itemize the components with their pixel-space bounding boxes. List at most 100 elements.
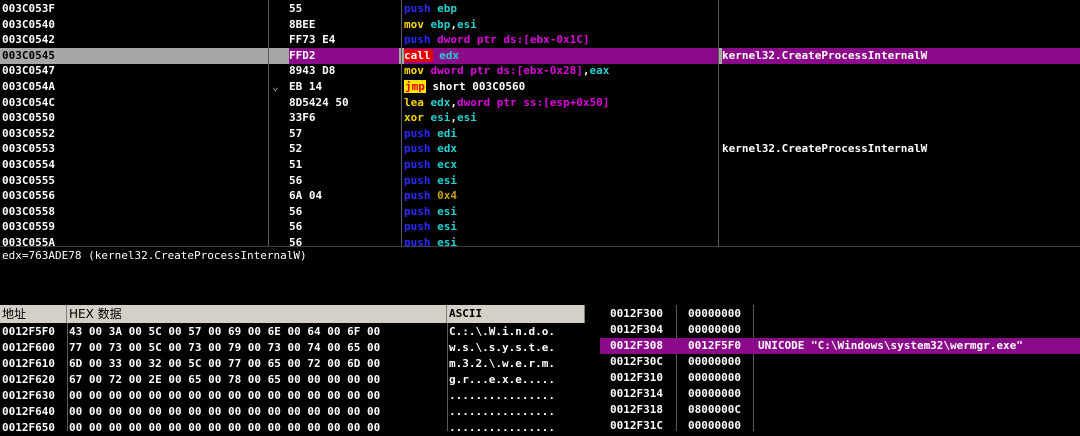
dump-header-hex[interactable]: HEX 数据 xyxy=(67,305,447,323)
disasm-comment[interactable]: kernel32.CreateProcessInternalW xyxy=(722,48,1080,64)
disasm-row[interactable]: 003C0547 8943 D8 mov dword ptr ds:[ebx-0x2… xyxy=(0,63,1080,79)
disasm-comment[interactable] xyxy=(722,188,1080,204)
dump-row[interactable]: 0012F620 67 00 72 00 2E 00 65 00 78 00 65… xyxy=(0,372,585,388)
stack-address[interactable]: 0012F310 xyxy=(610,370,663,386)
disasm-hex-bytes[interactable]: 8943 D8 xyxy=(289,63,399,79)
dump-address[interactable]: 0012F630 xyxy=(2,388,55,404)
stack-value[interactable]: 00000000 xyxy=(688,418,741,434)
stack-address[interactable]: 0012F30C xyxy=(610,354,663,370)
dump-address[interactable]: 0012F610 xyxy=(2,356,55,372)
stack-address[interactable]: 0012F314 xyxy=(610,386,663,402)
disasm-address[interactable]: 003C0552 xyxy=(2,126,264,142)
disasm-instruction[interactable]: jmp short 003C0560 xyxy=(404,79,718,95)
disasm-comment[interactable] xyxy=(722,126,1080,142)
disasm-row[interactable]: 003C054C 8D5424 50 lea edx,dword ptr ss:[e… xyxy=(0,95,1080,111)
disasm-hex-bytes[interactable]: FFD2 xyxy=(289,48,399,64)
disasm-comment[interactable] xyxy=(722,32,1080,48)
stack-value[interactable]: 0012F5F0 xyxy=(688,338,741,354)
disassembly-pane[interactable]: 003C053F 55 push ebp 003C0540 8BEE mov ebp,es… xyxy=(0,0,1080,246)
disasm-comment[interactable] xyxy=(722,173,1080,189)
dump-address[interactable]: 0012F620 xyxy=(2,372,55,388)
stack-value[interactable]: 00000000 xyxy=(688,370,741,386)
disasm-hex-bytes[interactable]: FF73 E4 xyxy=(289,32,399,48)
disasm-address[interactable]: 003C0542 xyxy=(2,32,264,48)
disasm-instruction[interactable]: push 0x4 xyxy=(404,188,718,204)
disasm-row[interactable]: 003C053F 55 push ebp xyxy=(0,1,1080,17)
disasm-row[interactable]: 003C0553 52 push edx kernel32.CreateProcess… xyxy=(0,141,1080,157)
disasm-instruction[interactable]: push esi xyxy=(404,173,718,189)
disasm-hex-bytes[interactable]: 55 xyxy=(289,1,399,17)
stack-value[interactable]: 00000000 xyxy=(688,322,741,338)
disasm-comment[interactable] xyxy=(722,17,1080,33)
disasm-comment[interactable] xyxy=(722,79,1080,95)
dump-address[interactable]: 0012F640 xyxy=(2,404,55,420)
disasm-row[interactable]: 003C0540 8BEE mov ebp,esi xyxy=(0,17,1080,33)
stack-address[interactable]: 0012F308 xyxy=(610,338,663,354)
disasm-address[interactable]: 003C0547 xyxy=(2,63,264,79)
disasm-comment[interactable] xyxy=(722,110,1080,126)
stack-row[interactable]: 0012F300 00000000 xyxy=(600,306,1080,322)
dump-row[interactable]: 0012F640 00 00 00 00 00 00 00 00 00 00 00… xyxy=(0,404,585,420)
stack-value[interactable]: 0800000C xyxy=(688,402,741,418)
disasm-instruction[interactable]: lea edx,dword ptr ss:[esp+0x50] xyxy=(404,95,718,111)
disasm-address[interactable]: 003C0558 xyxy=(2,204,264,220)
stack-address[interactable]: 0012F304 xyxy=(610,322,663,338)
dump-ascii[interactable]: ................ xyxy=(449,388,555,404)
disasm-address[interactable]: 003C0553 xyxy=(2,141,264,157)
dump-hex-bytes[interactable]: 67 00 72 00 2E 00 65 00 78 00 65 00 00 0… xyxy=(69,372,380,388)
dump-address[interactable]: 0012F600 xyxy=(2,340,55,356)
disasm-address[interactable]: 003C0550 xyxy=(2,110,264,126)
stack-row[interactable]: 0012F304 00000000 xyxy=(600,322,1080,338)
disasm-row[interactable]: 003C0556 6A 04 push 0x4 xyxy=(0,188,1080,204)
disasm-instruction[interactable]: push esi xyxy=(404,219,718,235)
disasm-address[interactable]: 003C0555 xyxy=(2,173,264,189)
disasm-row[interactable]: 003C0542 FF73 E4 push dword ptr ds:[ebx-0x… xyxy=(0,32,1080,48)
disasm-row[interactable]: 003C0545 FFD2 call edx kernel32.CreateProce… xyxy=(0,48,1080,64)
disasm-instruction[interactable]: mov ebp,esi xyxy=(404,17,718,33)
disasm-comment[interactable] xyxy=(722,157,1080,173)
disasm-instruction[interactable]: push dword ptr ds:[ebx-0x1C] xyxy=(404,32,718,48)
dump-address[interactable]: 0012F5F0 xyxy=(2,324,55,340)
dump-header-ascii[interactable]: ASCII xyxy=(447,305,585,323)
disasm-address[interactable]: 003C055A xyxy=(2,235,264,246)
stack-row[interactable]: 0012F308 0012F5F0 UNICODE "C:\Windows\syst… xyxy=(600,338,1080,354)
dump-address[interactable]: 0012F650 xyxy=(2,420,55,436)
dump-hex-bytes[interactable]: 00 00 00 00 00 00 00 00 00 00 00 00 00 0… xyxy=(69,420,380,436)
disasm-address[interactable]: 003C054C xyxy=(2,95,264,111)
dump-header-address[interactable]: 地址 xyxy=(0,305,67,323)
disasm-hex-bytes[interactable]: 33F6 xyxy=(289,110,399,126)
disasm-comment[interactable] xyxy=(722,1,1080,17)
dump-row[interactable]: 0012F600 77 00 73 00 5C 00 73 00 79 00 73… xyxy=(0,340,585,356)
dump-hex-bytes[interactable]: 00 00 00 00 00 00 00 00 00 00 00 00 00 0… xyxy=(69,388,380,404)
disasm-instruction[interactable]: call edx xyxy=(404,48,718,64)
stack-address[interactable]: 0012F31C xyxy=(610,418,663,434)
disasm-comment[interactable] xyxy=(722,95,1080,111)
disasm-hex-bytes[interactable]: 6A 04 xyxy=(289,188,399,204)
disasm-instruction[interactable]: push ecx xyxy=(404,157,718,173)
disasm-address[interactable]: 003C0559 xyxy=(2,219,264,235)
disasm-hex-bytes[interactable]: 52 xyxy=(289,141,399,157)
dump-ascii[interactable]: w.s.\.s.y.s.t.e. xyxy=(449,340,555,356)
disasm-row[interactable]: 003C054A ⌄ EB 14 jmp short 003C0560 xyxy=(0,79,1080,95)
disasm-hex-bytes[interactable]: 8BEE xyxy=(289,17,399,33)
disasm-hex-bytes[interactable]: EB 14 xyxy=(289,79,399,95)
disasm-hex-bytes[interactable]: 57 xyxy=(289,126,399,142)
disasm-address[interactable]: 003C0554 xyxy=(2,157,264,173)
stack-row[interactable]: 0012F318 0800000C xyxy=(600,402,1080,418)
dump-ascii[interactable]: g.r...e.x.e..... xyxy=(449,372,555,388)
disasm-instruction[interactable]: push esi xyxy=(404,235,718,246)
disasm-hex-bytes[interactable]: 56 xyxy=(289,173,399,189)
dump-hex-bytes[interactable]: 77 00 73 00 5C 00 73 00 79 00 73 00 74 0… xyxy=(69,340,380,356)
stack-comment[interactable]: UNICODE "C:\Windows\system32\wermgr.exe" xyxy=(758,338,1023,354)
memory-dump-pane[interactable]: 地址 HEX 数据 ASCII 0012F5F0 43 00 3A 00 5C 0… xyxy=(0,305,585,434)
stack-row[interactable]: 0012F314 00000000 xyxy=(600,386,1080,402)
disasm-instruction[interactable]: push edi xyxy=(404,126,718,142)
disasm-row[interactable]: 003C0554 51 push ecx xyxy=(0,157,1080,173)
stack-pane[interactable]: 0012F300 00000000 0012F304 00000000 0012F308… xyxy=(600,305,1080,434)
stack-row[interactable]: 0012F310 00000000 xyxy=(600,370,1080,386)
disasm-hex-bytes[interactable]: 8D5424 50 xyxy=(289,95,399,111)
disasm-hex-bytes[interactable]: 56 xyxy=(289,204,399,220)
disasm-address[interactable]: 003C054A xyxy=(2,79,264,95)
disasm-row[interactable]: 003C0552 57 push edi xyxy=(0,126,1080,142)
dump-row[interactable]: 0012F630 00 00 00 00 00 00 00 00 00 00 00… xyxy=(0,388,585,404)
